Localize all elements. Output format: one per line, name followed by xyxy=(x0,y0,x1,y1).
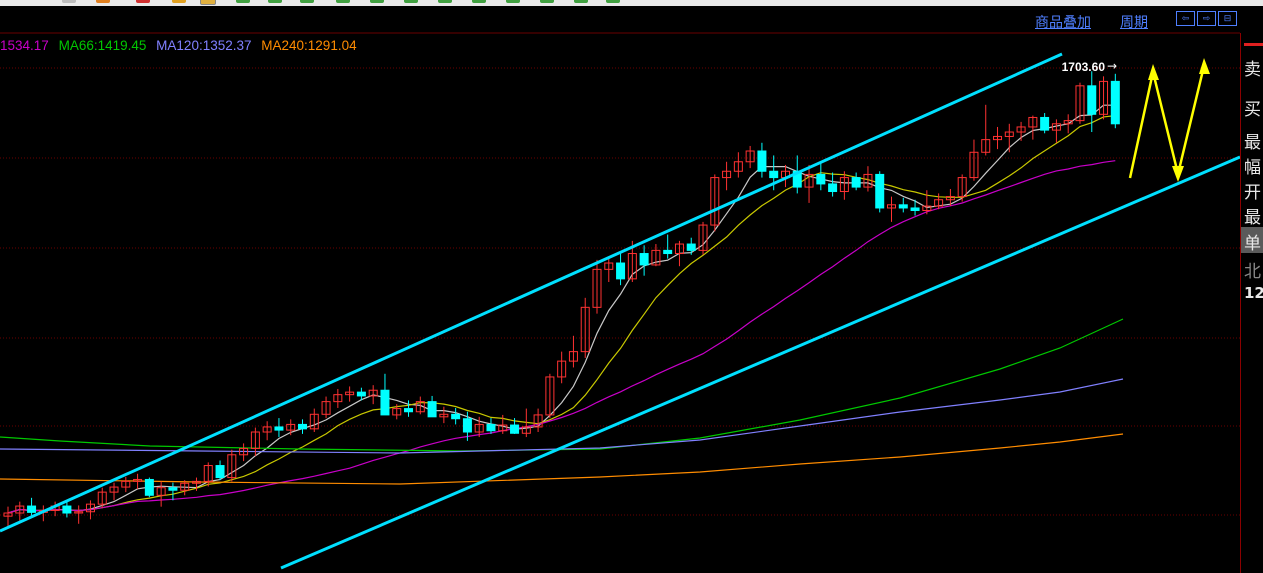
forecast-arrowhead xyxy=(1148,64,1159,80)
price-annotation: 1703.60 xyxy=(1062,60,1106,74)
candle-body xyxy=(62,505,72,514)
candle-body xyxy=(215,465,225,479)
moving-average-lines xyxy=(0,104,1124,514)
candle-body xyxy=(1110,80,1120,125)
candle-body xyxy=(356,391,366,397)
candlestick-chart[interactable]: 1703.60 → xyxy=(0,0,1240,573)
candle-body xyxy=(898,204,908,209)
panel-label-unit: 单 xyxy=(1244,234,1261,254)
chart-header: 商品叠加 周期 ⇦ ⇨ ⊟ xyxy=(0,6,1240,33)
candle-body xyxy=(168,487,178,491)
candle-body xyxy=(404,408,414,413)
panel-label-open: 开 xyxy=(1244,183,1261,203)
candle-body xyxy=(757,150,767,172)
candle-body xyxy=(769,170,779,179)
candle-body xyxy=(875,173,885,209)
quote-panel: 卖 买 最 幅 开 最 单 北 12 xyxy=(1240,33,1263,573)
candle-body xyxy=(1087,85,1097,115)
panel-value: 12 xyxy=(1244,284,1263,302)
ma-legend-item: 1534.17 xyxy=(0,38,49,53)
panel-label-latest: 最 xyxy=(1244,133,1261,153)
candle-body xyxy=(639,253,649,266)
panel-accent-bar xyxy=(1244,43,1263,46)
forecast-arrowhead xyxy=(1199,58,1210,74)
candle-body xyxy=(851,177,861,188)
forecast-arrows xyxy=(1128,58,1210,182)
ma120-line xyxy=(0,378,1124,454)
ma-legend: 1534.17 MA66:1419.45 MA120:1352.37 MA240… xyxy=(0,38,363,53)
nav-icon-group: ⇦ ⇨ ⊟ xyxy=(1176,11,1237,26)
candles xyxy=(3,71,1120,527)
ma-legend-item: MA120:1352.37 xyxy=(156,38,252,53)
ma240-line xyxy=(0,433,1124,485)
panel-label-buy[interactable]: 买 xyxy=(1244,95,1261,120)
panel-label-sell[interactable]: 卖 xyxy=(1244,55,1261,80)
panel-label-north: 北 xyxy=(1244,262,1261,282)
panel-label-range: 幅 xyxy=(1244,158,1261,178)
ma-legend-item: MA66:1419.45 xyxy=(58,38,147,53)
candle-body xyxy=(486,423,496,432)
candle-body xyxy=(510,424,520,434)
price-annotation-arrow: → xyxy=(1107,59,1117,73)
candle-body xyxy=(462,418,472,433)
forecast-zigzag xyxy=(1128,65,1206,179)
arrow-right-icon[interactable]: ⇨ xyxy=(1197,11,1216,26)
candle-body xyxy=(27,505,37,513)
ma66-line xyxy=(0,318,1124,452)
forecast-arrowhead xyxy=(1172,166,1184,182)
price-annotation-group: 1703.60 → xyxy=(1062,59,1117,74)
candle-body xyxy=(427,401,437,418)
candle-body xyxy=(380,389,390,416)
overlay-button[interactable]: 商品叠加 xyxy=(1035,12,1091,32)
period-button[interactable]: 周期 xyxy=(1120,12,1148,32)
channel-lower-line xyxy=(280,155,1240,570)
ma-a-line xyxy=(7,160,1116,514)
candle-body xyxy=(274,426,284,431)
candle-body xyxy=(616,262,626,280)
arrow-left-icon[interactable]: ⇦ xyxy=(1176,11,1195,26)
panel-label-high: 最 xyxy=(1244,208,1261,228)
candle-body xyxy=(663,249,673,255)
candle-body xyxy=(816,173,826,185)
candle-body xyxy=(451,413,461,420)
candle-body xyxy=(144,478,154,496)
candle-body xyxy=(298,423,307,430)
candle-body xyxy=(1040,116,1050,131)
candle-body xyxy=(910,207,920,211)
candle-body xyxy=(686,243,696,251)
grid-icon[interactable]: ⊟ xyxy=(1218,11,1237,26)
ma-legend-item: MA240:1291.04 xyxy=(261,38,357,53)
candle-body xyxy=(828,183,838,193)
